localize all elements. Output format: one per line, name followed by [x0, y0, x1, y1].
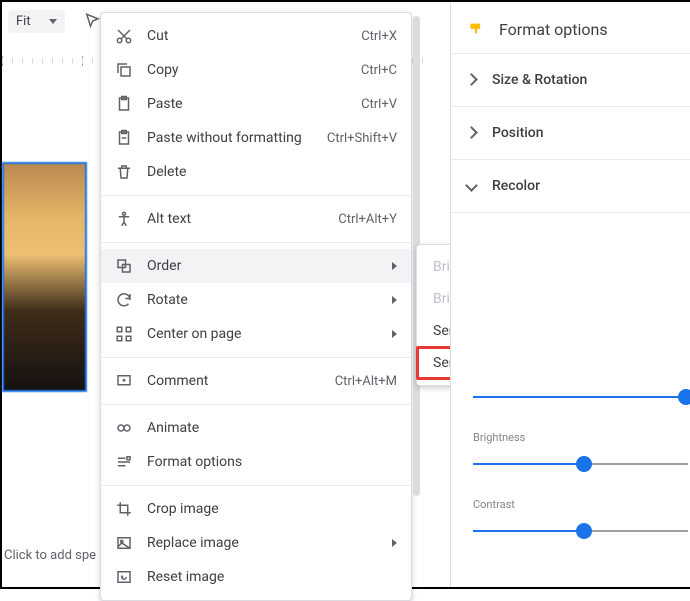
paste-icon [115, 95, 133, 113]
submenu-arrow-icon [392, 539, 397, 547]
rotate-icon [115, 291, 133, 309]
menu-center-on-page[interactable]: Center on page [101, 317, 411, 351]
separator [101, 485, 411, 486]
panel-size-rotation[interactable]: Size & Rotation [451, 53, 690, 106]
menu-copy[interactable]: Copy Ctrl+C [101, 53, 411, 87]
submenu-arrow-icon [392, 262, 397, 270]
menu-paste[interactable]: Paste Ctrl+V [101, 87, 411, 121]
menu-alt-text[interactable]: Alt text Ctrl+Alt+Y [101, 202, 411, 236]
chevron-right-icon [467, 72, 476, 88]
zoom-selector[interactable]: Fit [8, 10, 65, 33]
panel-title: Format options [451, 16, 690, 53]
crop-icon [115, 500, 133, 518]
slide-canvas [2, 162, 87, 547]
delete-icon [115, 163, 133, 181]
menu-rotate[interactable]: Rotate [101, 283, 411, 317]
brightness-slider[interactable] [473, 456, 686, 472]
context-menu: Cut Ctrl+X Copy Ctrl+C Paste Ctrl+V Past… [100, 12, 412, 601]
selected-image[interactable] [2, 162, 87, 392]
replace-image-icon [115, 534, 133, 552]
menu-comment[interactable]: Comment Ctrl+Alt+M [101, 364, 411, 398]
menu-cut[interactable]: Cut Ctrl+X [101, 19, 411, 53]
contrast-label: Contrast [473, 498, 686, 511]
copy-icon [115, 61, 133, 79]
separator [101, 357, 411, 358]
reset-image-icon [115, 568, 133, 586]
separator [101, 404, 411, 405]
menu-replace-image[interactable]: Replace image [101, 526, 411, 560]
menu-paste-without-formatting[interactable]: Paste without formatting Ctrl+Shift+V [101, 121, 411, 155]
submenu-arrow-icon [392, 296, 397, 304]
order-icon [115, 257, 133, 275]
paste-plain-icon [115, 129, 133, 147]
chevron-right-icon [467, 125, 476, 141]
center-icon [115, 325, 133, 343]
separator [101, 195, 411, 196]
chevron-down-icon [467, 178, 476, 194]
submenu-arrow-icon [392, 330, 397, 338]
select-icon[interactable] [83, 12, 101, 30]
brightness-label: Brightness [473, 431, 686, 444]
format-paint-icon [467, 21, 485, 39]
slider-transparency-row [473, 389, 690, 405]
comment-icon [115, 372, 133, 390]
animate-icon [115, 419, 133, 437]
menu-crop-image[interactable]: Crop image [101, 492, 411, 526]
panel-adjustments: Brightness Contrast [451, 212, 690, 549]
cut-icon [115, 27, 133, 45]
separator [101, 242, 411, 243]
menu-animate[interactable]: Animate [101, 411, 411, 445]
zoom-label: Fit [16, 14, 31, 29]
panel-recolor[interactable]: Recolor [451, 159, 690, 212]
speaker-notes[interactable]: Click to add spe [2, 541, 98, 569]
accessibility-icon [115, 210, 133, 228]
format-options-icon [115, 453, 133, 471]
panel-position[interactable]: Position [451, 106, 690, 159]
menu-delete[interactable]: Delete [101, 155, 411, 189]
menu-order[interactable]: Order [101, 249, 411, 283]
format-options-panel: Format options Size & Rotation Position … [450, 2, 690, 587]
menu-format-options[interactable]: Format options [101, 445, 411, 479]
contrast-slider[interactable] [473, 523, 686, 539]
transparency-slider[interactable] [473, 389, 686, 405]
chevron-down-icon [49, 19, 57, 24]
